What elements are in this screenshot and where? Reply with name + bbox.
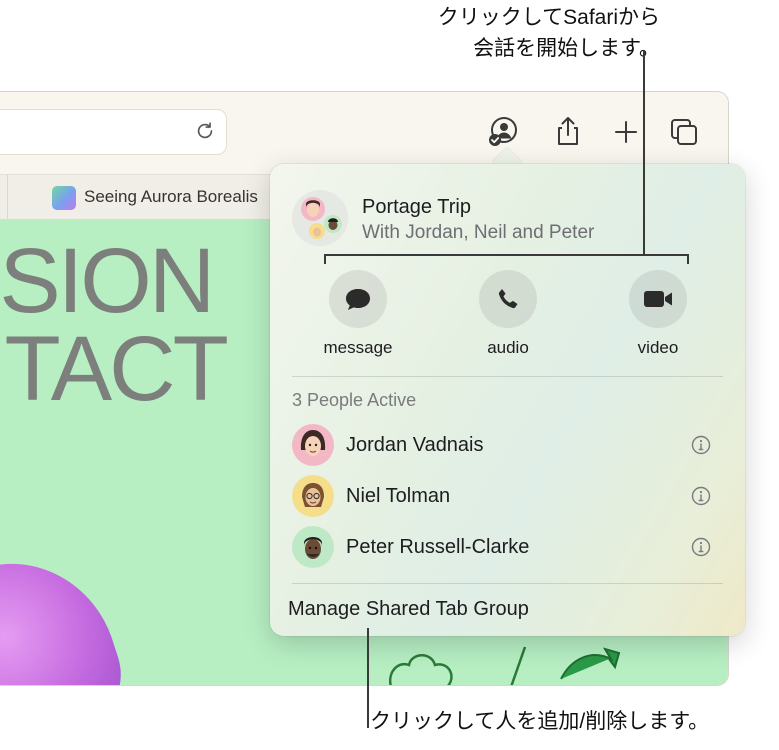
divider — [292, 583, 723, 584]
tab-favicon-icon — [52, 186, 76, 210]
person-row-niel[interactable]: Niel Tolman — [290, 473, 725, 519]
group-subtitle: With Jordan, Neil and Peter — [362, 222, 595, 243]
callout-bracket — [324, 254, 688, 256]
tab-overview-icon[interactable] — [667, 115, 701, 149]
shared-group-icon[interactable] — [485, 115, 519, 149]
address-bar[interactable] — [0, 109, 227, 155]
divider — [292, 376, 723, 377]
avatar — [292, 475, 334, 517]
video-label: video — [637, 338, 679, 357]
callout-top-line1: クリックしてSafariから — [437, 6, 660, 29]
message-bubble-icon — [346, 289, 370, 310]
person-name: Peter Russell-Clarke — [346, 536, 530, 558]
video-camera-icon — [644, 291, 672, 307]
message-circle[interactable] — [329, 270, 387, 328]
phone-icon — [498, 289, 518, 309]
group-title: Portage Trip — [362, 196, 471, 218]
person-name: Niel Tolman — [346, 485, 451, 507]
message-label: message — [323, 338, 393, 357]
person-row-peter[interactable]: Peter Russell-Clarke — [290, 524, 725, 570]
video-circle[interactable] — [629, 270, 687, 328]
info-icon[interactable] — [691, 537, 711, 557]
group-memoji-cluster-icon — [301, 197, 342, 239]
video-button[interactable]: video — [603, 270, 713, 358]
doodle-illustration — [388, 646, 621, 685]
toolbar — [0, 92, 728, 174]
info-icon[interactable] — [691, 486, 711, 506]
new-tab-icon[interactable] — [609, 115, 643, 149]
page-headline: SSION NTACT — [0, 230, 229, 420]
manage-shared-tab-group-button[interactable]: Manage Shared Tab Group — [288, 598, 529, 621]
shared-tab-group-popover: Portage Trip With Jordan, Neil and Peter… — [270, 164, 745, 636]
page-headline-line2: NTACT — [0, 318, 229, 420]
message-button[interactable]: message — [303, 270, 413, 358]
avatar — [292, 526, 334, 568]
reload-icon[interactable] — [194, 120, 216, 142]
share-icon[interactable] — [551, 115, 585, 149]
group-avatar — [292, 190, 348, 246]
callout-bracket-right — [687, 254, 689, 264]
audio-label: audio — [487, 338, 529, 357]
callout-start-conversation: クリックしてSafariから 会話を開始します。 — [360, 2, 660, 64]
person-row-jordan[interactable]: Jordan Vadnais — [290, 422, 725, 468]
person-name: Jordan Vadnais — [346, 434, 484, 456]
callout-manage-people: クリックして人を追加/削除します。 — [370, 710, 710, 733]
memoji-peter-icon — [304, 537, 322, 559]
people-active-header: 3 People Active — [292, 390, 417, 410]
memoji-niel-icon — [302, 483, 324, 507]
audio-circle[interactable] — [479, 270, 537, 328]
callout-leader-bottom — [367, 628, 369, 728]
tab-title: Seeing Aurora Borealis — [84, 187, 258, 206]
callout-leader-top — [643, 50, 645, 255]
callout-bracket-left — [324, 254, 326, 264]
memoji-jordan-icon — [300, 430, 326, 456]
decorative-illustration — [0, 537, 135, 685]
avatar — [292, 424, 334, 466]
callout-top-line2: 会話を開始します。 — [473, 37, 660, 60]
page-headline-line1: SSION — [0, 230, 215, 332]
audio-button[interactable]: audio — [453, 270, 563, 358]
info-icon[interactable] — [691, 435, 711, 455]
tab-seeing-aurora[interactable]: Seeing Aurora Borealis — [7, 175, 278, 219]
